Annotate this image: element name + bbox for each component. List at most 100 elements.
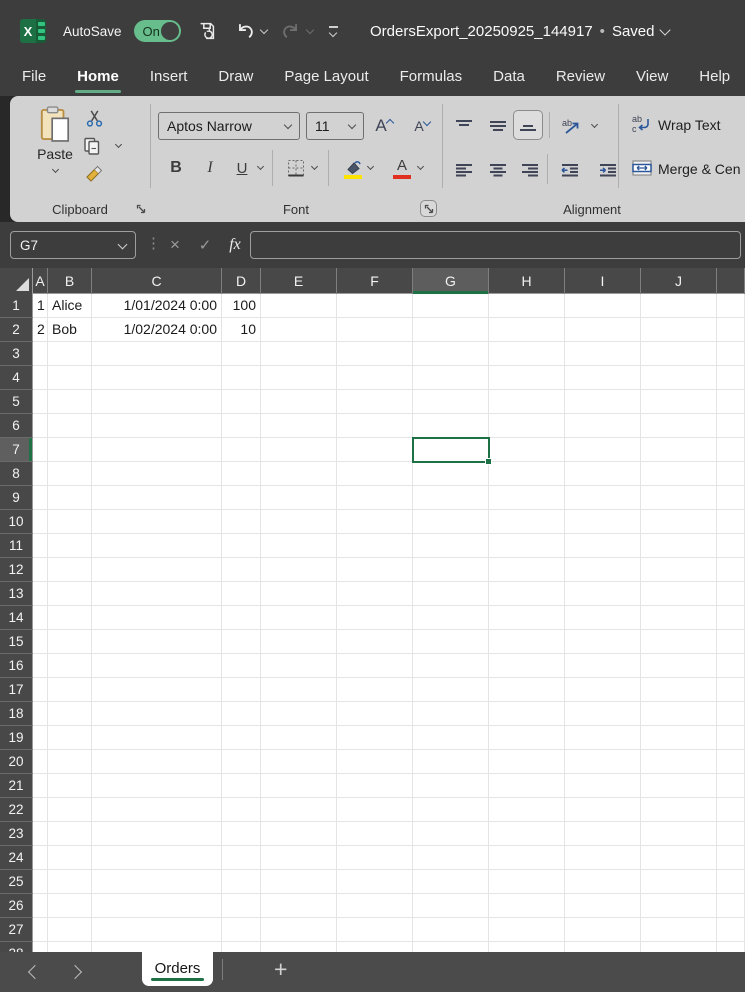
cell-H21[interactable] — [489, 774, 565, 798]
cell-A2[interactable]: 2 — [33, 318, 48, 342]
font-dialog-launcher[interactable] — [420, 200, 437, 217]
cell-A20[interactable] — [33, 750, 48, 774]
column-header-clipped[interactable] — [717, 268, 745, 294]
cell-I26[interactable] — [565, 894, 641, 918]
cell-A22[interactable] — [33, 798, 48, 822]
cell-G5[interactable] — [413, 390, 489, 414]
cell-E17[interactable] — [261, 678, 337, 702]
cell-clipped-10[interactable] — [717, 510, 745, 534]
cell-C19[interactable] — [92, 726, 222, 750]
cell-J7[interactable] — [641, 438, 717, 462]
cell-G15[interactable] — [413, 630, 489, 654]
cell-B10[interactable] — [48, 510, 92, 534]
cell-I22[interactable] — [565, 798, 641, 822]
cell-clipped-1[interactable] — [717, 294, 745, 318]
increase-font-size-button[interactable]: A — [370, 112, 398, 140]
cell-D7[interactable] — [222, 438, 261, 462]
cell-B27[interactable] — [48, 918, 92, 942]
cell-G27[interactable] — [413, 918, 489, 942]
cell-D20[interactable] — [222, 750, 261, 774]
cell-G18[interactable] — [413, 702, 489, 726]
align-right-button[interactable] — [516, 156, 544, 184]
cell-D19[interactable] — [222, 726, 261, 750]
column-header-B[interactable]: B — [48, 268, 92, 294]
cell-F1[interactable] — [337, 294, 413, 318]
cell-I6[interactable] — [565, 414, 641, 438]
cell-I12[interactable] — [565, 558, 641, 582]
cell-D5[interactable] — [222, 390, 261, 414]
cell-I13[interactable] — [565, 582, 641, 606]
cell-J14[interactable] — [641, 606, 717, 630]
cell-I1[interactable] — [565, 294, 641, 318]
cell-clipped-11[interactable] — [717, 534, 745, 558]
cell-A13[interactable] — [33, 582, 48, 606]
cell-A11[interactable] — [33, 534, 48, 558]
cell-A15[interactable] — [33, 630, 48, 654]
cell-F10[interactable] — [337, 510, 413, 534]
cell-I24[interactable] — [565, 846, 641, 870]
cell-F3[interactable] — [337, 342, 413, 366]
cell-D4[interactable] — [222, 366, 261, 390]
cell-D15[interactable] — [222, 630, 261, 654]
cell-B24[interactable] — [48, 846, 92, 870]
cell-I28[interactable] — [565, 942, 641, 952]
cell-E12[interactable] — [261, 558, 337, 582]
font-color-dropdown-icon[interactable] — [417, 163, 424, 170]
cell-D17[interactable] — [222, 678, 261, 702]
row-header-22[interactable]: 22 — [0, 798, 33, 822]
cell-I3[interactable] — [565, 342, 641, 366]
column-header-I[interactable]: I — [565, 268, 641, 294]
cell-C25[interactable] — [92, 870, 222, 894]
cell-clipped-9[interactable] — [717, 486, 745, 510]
cell-C14[interactable] — [92, 606, 222, 630]
cell-F9[interactable] — [337, 486, 413, 510]
cell-H17[interactable] — [489, 678, 565, 702]
cell-B18[interactable] — [48, 702, 92, 726]
tab-view[interactable]: View — [636, 62, 668, 96]
cell-G14[interactable] — [413, 606, 489, 630]
row-header-14[interactable]: 14 — [0, 606, 33, 630]
orientation-dropdown-icon[interactable] — [591, 121, 598, 128]
sheet-tab-orders[interactable]: Orders — [142, 952, 213, 986]
cell-G16[interactable] — [413, 654, 489, 678]
cell-F15[interactable] — [337, 630, 413, 654]
cell-H2[interactable] — [489, 318, 565, 342]
cell-H13[interactable] — [489, 582, 565, 606]
bottom-align-button[interactable] — [513, 110, 543, 140]
cell-clipped-3[interactable] — [717, 342, 745, 366]
redo-button[interactable] — [280, 20, 302, 42]
middle-align-button[interactable] — [484, 112, 512, 140]
row-header-23[interactable]: 23 — [0, 822, 33, 846]
cell-J3[interactable] — [641, 342, 717, 366]
cell-C17[interactable] — [92, 678, 222, 702]
cell-G1[interactable] — [413, 294, 489, 318]
cell-H1[interactable] — [489, 294, 565, 318]
wrap-text-button[interactable]: ab c — [628, 110, 656, 138]
cell-A19[interactable] — [33, 726, 48, 750]
orientation-button[interactable]: ab — [556, 112, 588, 140]
cell-I2[interactable] — [565, 318, 641, 342]
cell-J6[interactable] — [641, 414, 717, 438]
cell-G21[interactable] — [413, 774, 489, 798]
cell-I23[interactable] — [565, 822, 641, 846]
cell-F24[interactable] — [337, 846, 413, 870]
font-color-button[interactable]: A — [388, 154, 416, 182]
cell-C27[interactable] — [92, 918, 222, 942]
cell-F13[interactable] — [337, 582, 413, 606]
cell-C16[interactable] — [92, 654, 222, 678]
underline-dropdown-icon[interactable] — [257, 163, 264, 170]
cell-A3[interactable] — [33, 342, 48, 366]
row-header-4[interactable]: 4 — [0, 366, 33, 390]
cell-E24[interactable] — [261, 846, 337, 870]
undo-button[interactable] — [234, 20, 256, 42]
column-header-G[interactable]: G — [413, 268, 489, 294]
add-sheet-button[interactable]: + — [268, 955, 293, 984]
cell-F2[interactable] — [337, 318, 413, 342]
cell-A24[interactable] — [33, 846, 48, 870]
cell-G13[interactable] — [413, 582, 489, 606]
align-center-button[interactable] — [484, 156, 512, 184]
cell-B1[interactable]: Alice — [48, 294, 92, 318]
format-painter-button[interactable] — [80, 160, 108, 188]
row-header-18[interactable]: 18 — [0, 702, 33, 726]
cell-E14[interactable] — [261, 606, 337, 630]
